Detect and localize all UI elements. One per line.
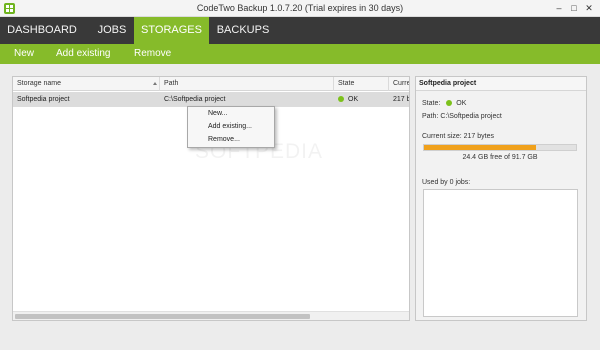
storage-details-panel: Softpedia project State: OK Path: C:\Sof… xyxy=(415,76,587,321)
used-by-label: Used by 0 jobs: xyxy=(422,179,471,186)
main-nav: DASHBOARD JOBS STORAGES BACKUPS xyxy=(0,17,600,44)
maximize-button[interactable]: □ xyxy=(567,2,581,14)
status-ok-icon xyxy=(446,100,453,106)
column-header-state[interactable]: State xyxy=(334,77,389,91)
cell-state: OK xyxy=(334,92,389,107)
context-menu-remove[interactable]: Remove... xyxy=(208,134,240,146)
add-existing-button[interactable]: Add existing xyxy=(56,44,110,64)
jobs-list[interactable] xyxy=(423,189,578,317)
state-value: OK xyxy=(456,100,467,107)
disk-usage-fill xyxy=(424,145,536,150)
state-text: OK xyxy=(348,96,359,103)
scrollbar-thumb[interactable] xyxy=(15,314,310,319)
tab-backups[interactable]: BACKUPS xyxy=(212,17,274,44)
context-menu-add-existing[interactable]: Add existing... xyxy=(208,121,252,133)
cell-current: 217 b xyxy=(393,96,409,103)
column-header-storage-name[interactable]: Storage name xyxy=(13,77,160,91)
free-space-text: 24.4 GB free of 91.7 GB xyxy=(462,154,538,161)
close-button[interactable]: ✕ xyxy=(582,2,596,14)
column-header-path[interactable]: Path xyxy=(160,77,334,91)
cell-path: C:\Softpedia project xyxy=(164,96,226,103)
state-label: State: xyxy=(422,100,441,107)
tab-storages[interactable]: STORAGES xyxy=(134,17,209,44)
minimize-button[interactable]: – xyxy=(552,2,566,14)
path-label: Path: xyxy=(422,113,439,120)
sort-ascending-icon xyxy=(153,82,157,85)
window-title: CodeTwo Backup 1.0.7.20 (Trial expires i… xyxy=(196,3,404,13)
remove-button[interactable]: Remove xyxy=(134,44,171,64)
cell-storage-name: Softpedia project xyxy=(17,96,70,103)
table-header: Storage name Path State Curre xyxy=(13,77,409,91)
action-toolbar: New Add existing Remove xyxy=(0,44,600,64)
details-state: State: OK xyxy=(422,100,466,107)
details-path: Path: C:\Softpedia project xyxy=(422,113,502,120)
tab-jobs[interactable]: JOBS xyxy=(91,17,133,44)
disk-usage-bar xyxy=(423,144,577,151)
status-ok-icon xyxy=(338,96,344,102)
context-menu-new[interactable]: New... xyxy=(208,108,227,120)
path-value: C:\Softpedia project xyxy=(440,113,502,120)
table-row[interactable]: Softpedia project C:\Softpedia project O… xyxy=(13,92,409,107)
horizontal-scrollbar[interactable] xyxy=(13,311,409,320)
details-title: Softpedia project xyxy=(416,77,586,91)
new-storage-button[interactable]: New xyxy=(14,44,34,64)
context-menu: New... Add existing... Remove... xyxy=(187,106,275,148)
title-bar: CodeTwo Backup 1.0.7.20 (Trial expires i… xyxy=(0,0,600,17)
current-size-text: Current size: 217 bytes xyxy=(422,133,494,140)
tab-dashboard[interactable]: DASHBOARD xyxy=(0,17,84,44)
column-header-current[interactable]: Curre xyxy=(389,77,409,91)
